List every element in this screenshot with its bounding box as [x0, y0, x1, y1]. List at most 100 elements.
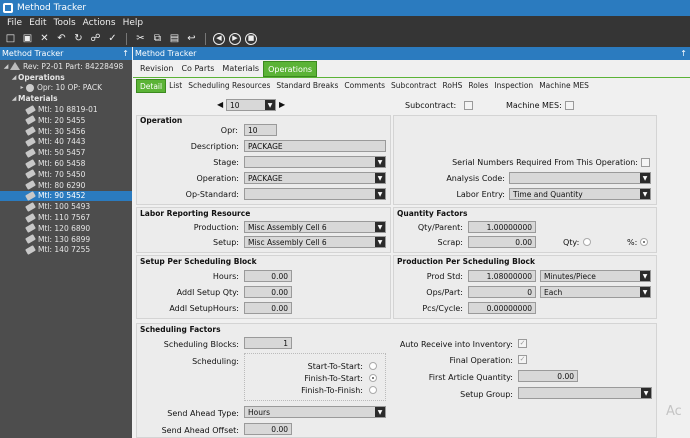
send-ahead-type-combo[interactable]: Hours ▼	[244, 406, 386, 418]
addl-setup-hours-field[interactable]: 0.00	[244, 302, 292, 314]
tab-revision[interactable]: Revision	[136, 61, 177, 77]
dropdown-arrow-icon[interactable]: ▼	[640, 271, 650, 281]
tab-co-parts[interactable]: Co Parts	[177, 61, 218, 77]
tree-material-item[interactable]: Mtl: 40 7443	[0, 137, 132, 148]
forward-icon[interactable]: ▶	[229, 32, 241, 45]
new-icon[interactable]: □	[4, 32, 17, 45]
qty-radio[interactable]	[583, 238, 591, 246]
start-to-start-radio[interactable]	[369, 362, 377, 370]
operation-selector[interactable]: 10 ▼	[226, 99, 276, 111]
setup-combo[interactable]: Misc Assembly Cell 6 ▼	[244, 236, 386, 248]
tree-material-item[interactable]: Mtl: 80 6290	[0, 180, 132, 191]
first-article-field[interactable]: 0.00	[518, 370, 578, 382]
prod-std-unit-combo[interactable]: Minutes/Piece ▼	[540, 270, 651, 282]
tree-material-item[interactable]: Mtl: 60 5458	[0, 158, 132, 169]
dropdown-arrow-icon[interactable]: ▼	[640, 173, 650, 183]
finish-to-finish-radio[interactable]	[369, 386, 377, 394]
tree-material-item[interactable]: Mtl: 140 7255	[0, 245, 132, 256]
cut-icon[interactable]: ✂	[134, 32, 147, 45]
opr-field[interactable]: 10	[244, 124, 277, 136]
dropdown-arrow-icon[interactable]: ▼	[375, 157, 385, 167]
save-icon[interactable]: ▣	[21, 32, 34, 45]
subtab-list[interactable]: List	[166, 79, 185, 93]
hours-field[interactable]: 0.00	[244, 270, 292, 282]
scrap-field[interactable]: 0.00	[468, 236, 536, 248]
dropdown-arrow-icon[interactable]: ▼	[375, 222, 385, 232]
percent-radio[interactable]	[640, 238, 648, 246]
tree-material-item[interactable]: Mtl: 30 5456	[0, 126, 132, 137]
prod-std-field[interactable]: 1.08000000	[468, 270, 536, 282]
tree-material-item[interactable]: Mtl: 20 5455	[0, 115, 132, 126]
tree-material-item[interactable]: Mtl: 70 5450	[0, 169, 132, 180]
tree-material-item[interactable]: Mtl: 110 7567	[0, 212, 132, 223]
refresh-icon[interactable]: ↻	[72, 32, 85, 45]
copy-icon[interactable]: ⧉	[151, 32, 164, 45]
tree-operations-node[interactable]: ◢ Operations	[0, 72, 132, 83]
ops-part-field[interactable]: 0	[468, 286, 536, 298]
undo-icon[interactable]: ↶	[55, 32, 68, 45]
menu-actions[interactable]: Actions	[83, 18, 116, 28]
auto-receive-checkbox[interactable]: ✓	[518, 339, 527, 348]
collapse-icon[interactable]: ◢	[10, 95, 18, 102]
description-field[interactable]: PACKAGE	[244, 140, 386, 152]
subtab-scheduling-resources[interactable]: Scheduling Resources	[185, 79, 273, 93]
tree-operation-item[interactable]: ▸ Opr: 10 OP: PACK	[0, 83, 132, 94]
op-standard-combo[interactable]: ▼	[244, 188, 386, 200]
production-combo[interactable]: Misc Assembly Cell 6 ▼	[244, 221, 386, 233]
subcontract-checkbox[interactable]	[464, 101, 473, 110]
nav-next-icon[interactable]: ▶	[279, 100, 285, 109]
collapse-icon[interactable]: ◢	[2, 63, 10, 70]
machine-mes-checkbox[interactable]	[565, 101, 574, 110]
dropdown-arrow-icon[interactable]: ▼	[640, 189, 650, 199]
subtab-standard-breaks[interactable]: Standard Breaks	[273, 79, 341, 93]
tree-material-item[interactable]: Mtl: 90 5452	[0, 190, 132, 202]
setup-group-combo[interactable]: ▼	[518, 387, 652, 399]
addl-setup-qty-field[interactable]: 0.00	[244, 286, 292, 298]
dropdown-arrow-icon[interactable]: ▼	[640, 287, 650, 297]
tab-operations[interactable]: Operations	[263, 61, 318, 77]
labor-entry-combo[interactable]: Time and Quantity ▼	[509, 188, 651, 200]
tree-materials-node[interactable]: ◢ Materials	[0, 93, 132, 104]
nav-prev-icon[interactable]: ◀	[217, 100, 223, 109]
paste-icon[interactable]: ▤	[168, 32, 181, 45]
scheduling-blocks-field[interactable]: 1	[244, 337, 292, 349]
collapse-icon[interactable]: ◢	[10, 74, 18, 81]
tree-material-item[interactable]: Mtl: 10 8819-01	[0, 104, 132, 115]
pcs-cycle-field[interactable]: 0.00000000	[468, 302, 536, 314]
undo-arrow-icon[interactable]: ↩	[185, 32, 198, 45]
dropdown-arrow-icon[interactable]: ▼	[641, 388, 651, 398]
dropdown-arrow-icon[interactable]: ▼	[265, 100, 275, 110]
send-ahead-offset-field[interactable]: 0.00	[244, 423, 292, 435]
subtab-rohs[interactable]: RoHS	[439, 79, 465, 93]
dropdown-arrow-icon[interactable]: ▼	[375, 189, 385, 199]
pin-icon[interactable]: ↑	[680, 49, 687, 58]
back-icon[interactable]: ◀	[213, 32, 225, 45]
finish-to-start-radio[interactable]	[369, 374, 377, 382]
tree-material-item[interactable]: Mtl: 50 5457	[0, 147, 132, 158]
menu-help[interactable]: Help	[123, 18, 144, 28]
stage-combo[interactable]: ▼	[244, 156, 386, 168]
stop-icon[interactable]: ■	[245, 32, 257, 45]
menu-tools[interactable]: Tools	[54, 18, 76, 28]
final-operation-checkbox[interactable]: ✓	[518, 355, 527, 364]
menu-edit[interactable]: Edit	[29, 18, 46, 28]
attach-icon[interactable]: ☍	[89, 32, 102, 45]
tree-material-item[interactable]: Mtl: 120 6890	[0, 223, 132, 234]
subtab-subcontract[interactable]: Subcontract	[388, 79, 439, 93]
dropdown-arrow-icon[interactable]: ▼	[375, 407, 385, 417]
pin-icon[interactable]: ↑	[122, 49, 129, 58]
subtab-detail[interactable]: Detail	[136, 79, 167, 93]
tree-material-item[interactable]: Mtl: 130 6899	[0, 234, 132, 245]
subtab-roles[interactable]: Roles	[465, 79, 491, 93]
subtab-comments[interactable]: Comments	[341, 79, 388, 93]
analysis-code-combo[interactable]: ▼	[509, 172, 651, 184]
clear-icon[interactable]: ✓	[106, 32, 119, 45]
operation-combo[interactable]: PACKAGE ▼	[244, 172, 386, 184]
qty-parent-field[interactable]: 1.00000000	[468, 221, 536, 233]
dropdown-arrow-icon[interactable]: ▼	[375, 237, 385, 247]
serial-numbers-checkbox[interactable]	[641, 158, 650, 167]
delete-icon[interactable]: ✕	[38, 32, 51, 45]
tab-materials[interactable]: Materials	[218, 61, 263, 77]
expand-icon[interactable]: ▸	[18, 84, 26, 91]
tree-material-item[interactable]: Mtl: 100 5493	[0, 201, 132, 212]
